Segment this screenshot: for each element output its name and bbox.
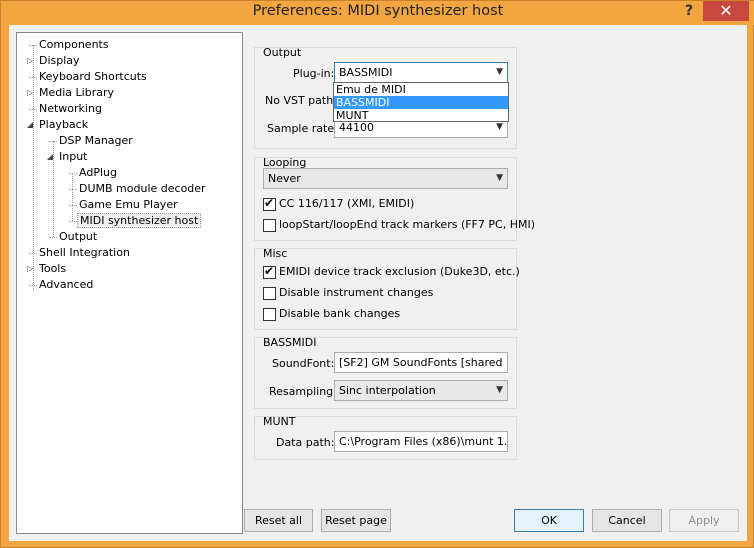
- plugin-option-highlighted[interactable]: BASSMIDI: [334, 96, 508, 109]
- plugin-combo[interactable]: BASSMIDI ▼: [334, 62, 508, 83]
- tree-item-dsp-manager[interactable]: DSP Manager: [49, 133, 135, 148]
- tree-item-components[interactable]: Components: [29, 37, 111, 52]
- tree-item-networking[interactable]: Networking: [29, 101, 104, 116]
- window-title: Preferences: MIDI synthesizer host: [252, 3, 504, 19]
- vst-path-label: No VST path c: [265, 94, 343, 107]
- misc-group: Misc EMIDI device track exclusion (Duke3…: [254, 247, 520, 330]
- bassmidi-group-title: BASSMIDI: [263, 336, 317, 349]
- disable-instrument-checkbox[interactable]: [263, 286, 276, 300]
- plugin-option[interactable]: MUNT: [334, 109, 508, 122]
- munt-group-title: MUNT: [263, 415, 296, 428]
- looping-group: Looping Never ▼ CC 116/117 (XMI, EMIDI) …: [254, 156, 535, 241]
- sample-rate-value: 44100: [339, 121, 374, 134]
- tree-item-output[interactable]: Output: [49, 229, 99, 244]
- preferences-tree[interactable]: Components ▷ Display Keyboard Shortcuts ▷…: [16, 32, 243, 534]
- disable-bank-option[interactable]: Disable bank changes: [263, 307, 400, 323]
- tree-item-media-library[interactable]: ▷ Media Library: [27, 85, 116, 100]
- help-button[interactable]: ?: [679, 1, 699, 21]
- bassmidi-group: BASSMIDI SoundFont: [SF2] GM SoundFonts …: [254, 336, 517, 409]
- disable-bank-checkbox[interactable]: [263, 307, 276, 321]
- data-path-label: Data path:: [276, 436, 335, 449]
- tree-item-keyboard-shortcuts[interactable]: Keyboard Shortcuts: [29, 69, 149, 84]
- soundfont-field[interactable]: [SF2] GM SoundFonts [shared by z: [334, 352, 508, 373]
- resampling-value: Sinc interpolation: [339, 384, 436, 397]
- expand-arrow-icon[interactable]: ▷: [27, 261, 36, 276]
- chevron-down-icon: ▼: [496, 173, 503, 183]
- expand-arrow-icon[interactable]: ▷: [27, 53, 36, 68]
- tree-item-dumb-module-decoder[interactable]: DUMB module decoder: [69, 181, 208, 196]
- emidi-exclusion-checkbox[interactable]: [263, 264, 276, 279]
- reset-page-button[interactable]: Reset page: [321, 509, 391, 532]
- chevron-down-icon: ▼: [496, 385, 503, 395]
- track-markers-checkbox[interactable]: [263, 218, 276, 232]
- cc-loop-checkbox[interactable]: [263, 196, 276, 211]
- resampling-combo[interactable]: Sinc interpolation ▼: [334, 380, 508, 401]
- cc-loop-option[interactable]: CC 116/117 (XMI, EMIDI): [263, 196, 415, 213]
- reset-all-button[interactable]: Reset all: [244, 509, 313, 532]
- dialog-client-area: Components ▷ Display Keyboard Shortcuts ▷…: [9, 25, 747, 541]
- tree-item-playback[interactable]: ◢ Playback: [27, 117, 90, 132]
- track-markers-label: loopStart/loopEnd track markers (FF7 PC,…: [279, 218, 535, 231]
- ok-button[interactable]: OK: [514, 509, 584, 532]
- tree-item-display[interactable]: ▷ Display: [27, 53, 82, 68]
- tree-item-shell-integration[interactable]: Shell Integration: [29, 245, 132, 260]
- emidi-exclusion-option[interactable]: EMIDI device track exclusion (Duke3D, et…: [263, 264, 520, 281]
- chevron-down-icon: ▼: [496, 67, 503, 77]
- tree-item-midi-synthesizer-host[interactable]: MIDI synthesizer host: [69, 213, 202, 228]
- collapse-arrow-icon[interactable]: ◢: [47, 149, 56, 164]
- cc-loop-label: CC 116/117 (XMI, EMIDI): [279, 197, 415, 210]
- munt-group: MUNT Data path: C:\Program Files (x86)\m…: [254, 415, 517, 460]
- preferences-window: Preferences: MIDI synthesizer host ? ✕ C…: [0, 0, 754, 548]
- collapse-arrow-icon[interactable]: ◢: [27, 117, 36, 132]
- expand-arrow-icon[interactable]: ▷: [27, 85, 36, 100]
- tree-item-adplug[interactable]: AdPlug: [69, 165, 119, 180]
- disable-instrument-option[interactable]: Disable instrument changes: [263, 286, 433, 302]
- plugin-combo-value: BASSMIDI: [339, 66, 393, 79]
- soundfont-label: SoundFont:: [272, 357, 335, 370]
- tree-item-game-emu-player[interactable]: Game Emu Player: [69, 197, 180, 212]
- plugin-dropdown-list[interactable]: Emu de MIDI BASSMIDI MUNT: [333, 82, 509, 122]
- tree-item-input[interactable]: ◢ Input: [47, 149, 89, 164]
- disable-bank-label: Disable bank changes: [279, 307, 401, 320]
- cancel-button[interactable]: Cancel: [592, 509, 662, 532]
- looping-mode-value: Never: [268, 172, 301, 185]
- sample-rate-label: Sample rate:: [267, 122, 338, 135]
- close-button[interactable]: ✕: [703, 1, 749, 21]
- title-bar[interactable]: Preferences: MIDI synthesizer host ? ✕: [1, 1, 754, 25]
- plugin-label: Plug-in:: [293, 67, 335, 80]
- plugin-option[interactable]: Emu de MIDI: [334, 83, 508, 96]
- looping-mode-combo[interactable]: Never ▼: [263, 168, 508, 189]
- tree-item-tools[interactable]: ▷ Tools: [27, 261, 68, 276]
- resampling-label: Resampling:: [269, 385, 337, 398]
- apply-button[interactable]: Apply: [669, 509, 739, 532]
- tree-item-advanced[interactable]: Advanced: [29, 277, 95, 292]
- disable-instrument-label: Disable instrument changes: [279, 286, 434, 299]
- output-group-title: Output: [263, 46, 302, 59]
- misc-group-title: Misc: [263, 247, 288, 260]
- data-path-field[interactable]: C:\Program Files (x86)\munt 1.1.1: [334, 431, 508, 452]
- emidi-exclusion-label: EMIDI device track exclusion (Duke3D, et…: [279, 265, 520, 278]
- track-markers-option[interactable]: loopStart/loopEnd track markers (FF7 PC,…: [263, 218, 535, 234]
